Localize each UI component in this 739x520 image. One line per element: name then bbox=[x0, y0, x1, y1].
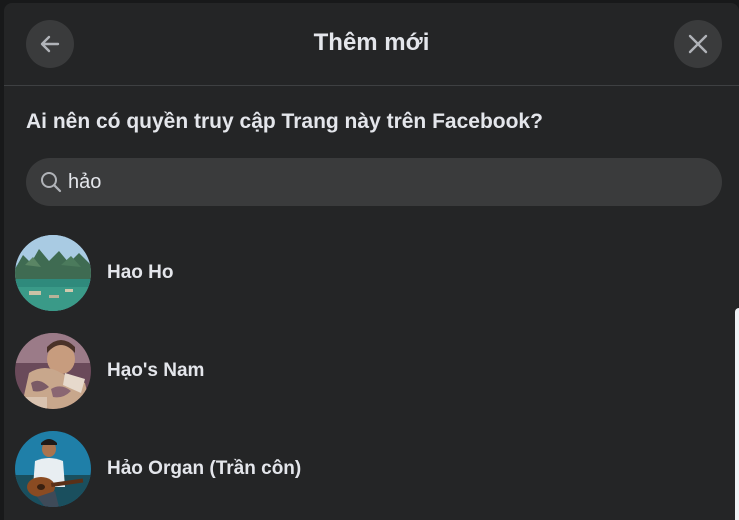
dialog-header: Thêm mới bbox=[4, 3, 739, 86]
result-name: Hạo's Nam bbox=[107, 360, 205, 381]
avatar bbox=[15, 333, 91, 409]
result-name: Hảo Organ (Trần côn) bbox=[107, 458, 302, 479]
result-item[interactable]: Hao Ho bbox=[4, 225, 726, 321]
search-input[interactable] bbox=[68, 158, 708, 206]
search-icon bbox=[41, 172, 62, 193]
avatar bbox=[15, 431, 91, 507]
result-name: Hao Ho bbox=[107, 262, 174, 283]
access-question: Ai nên có quyền truy cập Trang này trên … bbox=[26, 110, 543, 133]
result-item[interactable]: Hảo Organ (Trần côn) bbox=[4, 421, 726, 517]
close-button[interactable] bbox=[674, 20, 722, 68]
dialog-title: Thêm mới bbox=[313, 29, 430, 56]
scrollbar[interactable] bbox=[735, 308, 739, 520]
add-person-dialog: Thêm mới Ai nên có quyền truy cập Trang … bbox=[4, 3, 739, 520]
avatar bbox=[15, 235, 91, 311]
search-box[interactable] bbox=[26, 158, 722, 206]
result-item[interactable]: Hạo's Nam bbox=[4, 323, 726, 419]
close-icon bbox=[688, 34, 708, 54]
